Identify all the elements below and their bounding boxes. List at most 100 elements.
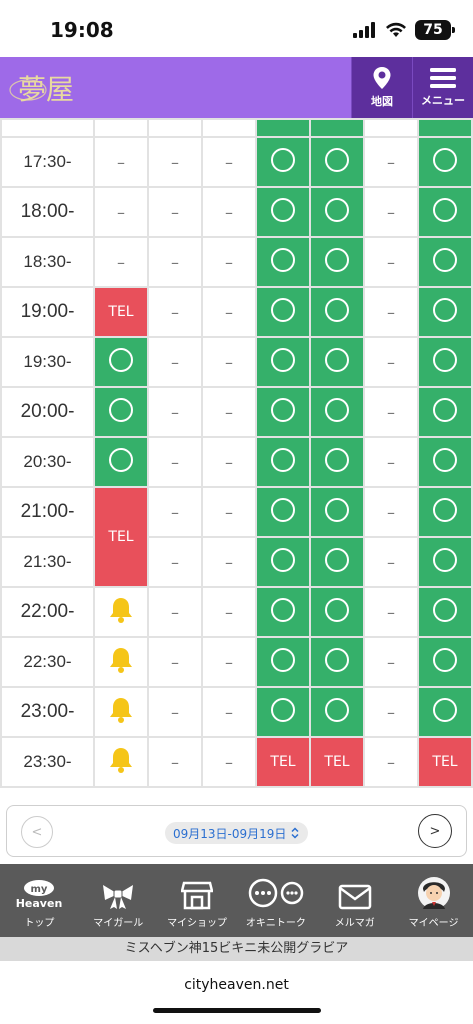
- schedule-cell[interactable]: [309, 436, 365, 488]
- up-down-chevron-icon: [291, 827, 299, 839]
- schedule-cell[interactable]: TEL: [417, 736, 473, 788]
- news-ticker[interactable]: ミスヘブン神15ビキニ未公開グラビア: [0, 937, 473, 961]
- schedule-cell: –: [93, 236, 149, 288]
- schedule-cell[interactable]: [417, 586, 473, 638]
- schedule-row: 23:00- – – –: [0, 686, 473, 738]
- schedule-cell: –: [147, 536, 203, 588]
- tab-label: メルマガ: [334, 918, 375, 929]
- schedule-row: 17:30- – – – –: [0, 136, 473, 188]
- schedule-cell[interactable]: [93, 736, 149, 788]
- schedule-cell[interactable]: [255, 536, 311, 588]
- schedule-row: 18:00- – – – –: [0, 186, 473, 238]
- schedule-cell[interactable]: [309, 386, 365, 438]
- schedule-cell[interactable]: [255, 386, 311, 438]
- battery-level: 75: [423, 22, 443, 38]
- schedule-cell[interactable]: [417, 286, 473, 338]
- available-circle-icon: [325, 598, 349, 622]
- mail-icon: [338, 884, 371, 910]
- schedule-cell[interactable]: [93, 436, 149, 488]
- schedule-cell: –: [363, 286, 419, 338]
- available-circle-icon: [325, 298, 349, 322]
- status-indicators: 75: [353, 20, 455, 40]
- tab-my-page[interactable]: マイページ: [394, 864, 473, 937]
- schedule-row: 19:00- TEL – – –: [0, 286, 473, 338]
- schedule-cell[interactable]: [309, 336, 365, 388]
- schedule-cell: [363, 118, 419, 138]
- prev-week-button[interactable]: <: [21, 816, 53, 848]
- schedule-cell[interactable]: [309, 286, 365, 338]
- schedule-cell[interactable]: [417, 186, 473, 238]
- schedule-cell[interactable]: [309, 536, 365, 588]
- schedule-cell[interactable]: [93, 586, 149, 638]
- schedule-cell[interactable]: [93, 686, 149, 738]
- available-circle-icon: [433, 448, 457, 472]
- available-circle-icon: [271, 248, 295, 272]
- schedule-cell[interactable]: [93, 636, 149, 688]
- schedule-cell[interactable]: [309, 636, 365, 688]
- schedule-cell[interactable]: [255, 636, 311, 688]
- schedule-cell[interactable]: [417, 336, 473, 388]
- schedule-cell[interactable]: [417, 436, 473, 488]
- schedule-cell[interactable]: [309, 486, 365, 538]
- schedule-cell: –: [147, 686, 203, 738]
- schedule-cell: –: [201, 586, 257, 638]
- wifi-icon: [386, 22, 406, 37]
- schedule-cell[interactable]: [417, 136, 473, 188]
- schedule-cell[interactable]: [417, 386, 473, 438]
- menu-button[interactable]: メニュー: [412, 57, 473, 118]
- schedule-cell[interactable]: [255, 336, 311, 388]
- home-indicator: [153, 1008, 321, 1013]
- schedule-cell[interactable]: [255, 136, 311, 188]
- tab-my-girl[interactable]: マイガール: [79, 864, 158, 937]
- available-circle-icon: [271, 398, 295, 422]
- tab-okini-talk[interactable]: オキニトーク: [236, 864, 315, 937]
- schedule-cell[interactable]: [255, 286, 311, 338]
- schedule-cell[interactable]: TEL: [255, 736, 311, 788]
- schedule-cell[interactable]: [417, 236, 473, 288]
- schedule-cell[interactable]: [309, 686, 365, 738]
- hamburger-icon: [430, 68, 456, 88]
- schedule-cell[interactable]: [255, 586, 311, 638]
- schedule-cell[interactable]: [309, 236, 365, 288]
- schedule-cell: –: [201, 486, 257, 538]
- tab-top[interactable]: my Heaven トップ: [0, 864, 79, 937]
- available-circle-icon: [433, 198, 457, 222]
- schedule-cell[interactable]: [417, 486, 473, 538]
- map-button-label: 地図: [371, 95, 393, 108]
- map-button[interactable]: 地図: [351, 57, 412, 118]
- schedule-cell[interactable]: [255, 686, 311, 738]
- browser-url-bar[interactable]: cityheaven.net: [0, 961, 473, 1024]
- tab-label: マイページ: [408, 918, 459, 929]
- schedule-cell[interactable]: [255, 186, 311, 238]
- schedule-cell[interactable]: [417, 536, 473, 588]
- schedule-cell: –: [201, 536, 257, 588]
- week-range-select[interactable]: 09月13日-09月19日: [165, 822, 309, 844]
- schedule-cell[interactable]: TEL: [93, 486, 149, 588]
- available-circle-icon: [271, 648, 295, 672]
- schedule-cell[interactable]: [255, 236, 311, 288]
- available-circle-icon: [433, 498, 457, 522]
- schedule-cell[interactable]: [309, 186, 365, 238]
- schedule-row: 22:30- – – –: [0, 636, 473, 688]
- available-circle-icon: [271, 598, 295, 622]
- schedule-cell[interactable]: [309, 136, 365, 188]
- schedule-cell[interactable]: [93, 386, 149, 438]
- schedule-cell[interactable]: [417, 686, 473, 738]
- shop-logo[interactable]: 夢屋: [6, 63, 80, 113]
- schedule-cell[interactable]: TEL: [309, 736, 365, 788]
- available-circle-icon: [325, 198, 349, 222]
- schedule-cell[interactable]: [309, 586, 365, 638]
- schedule-cell[interactable]: [255, 436, 311, 488]
- schedule-cell[interactable]: [93, 336, 149, 388]
- schedule-cell[interactable]: [255, 486, 311, 538]
- available-circle-icon: [433, 598, 457, 622]
- schedule-cell[interactable]: TEL: [93, 286, 149, 338]
- tab-mail-magazine[interactable]: メルマガ: [315, 864, 394, 937]
- available-circle-icon: [271, 148, 295, 172]
- next-week-button[interactable]: >: [418, 814, 452, 848]
- tab-my-shop[interactable]: マイショップ: [158, 864, 237, 937]
- schedule-cell[interactable]: [417, 636, 473, 688]
- available-circle-icon: [271, 448, 295, 472]
- schedule-body: 17:30- – – – –18:00- – – – –18:30- – – – –19:00- TEL –…: [0, 118, 473, 788]
- schedule-cell: –: [93, 136, 149, 188]
